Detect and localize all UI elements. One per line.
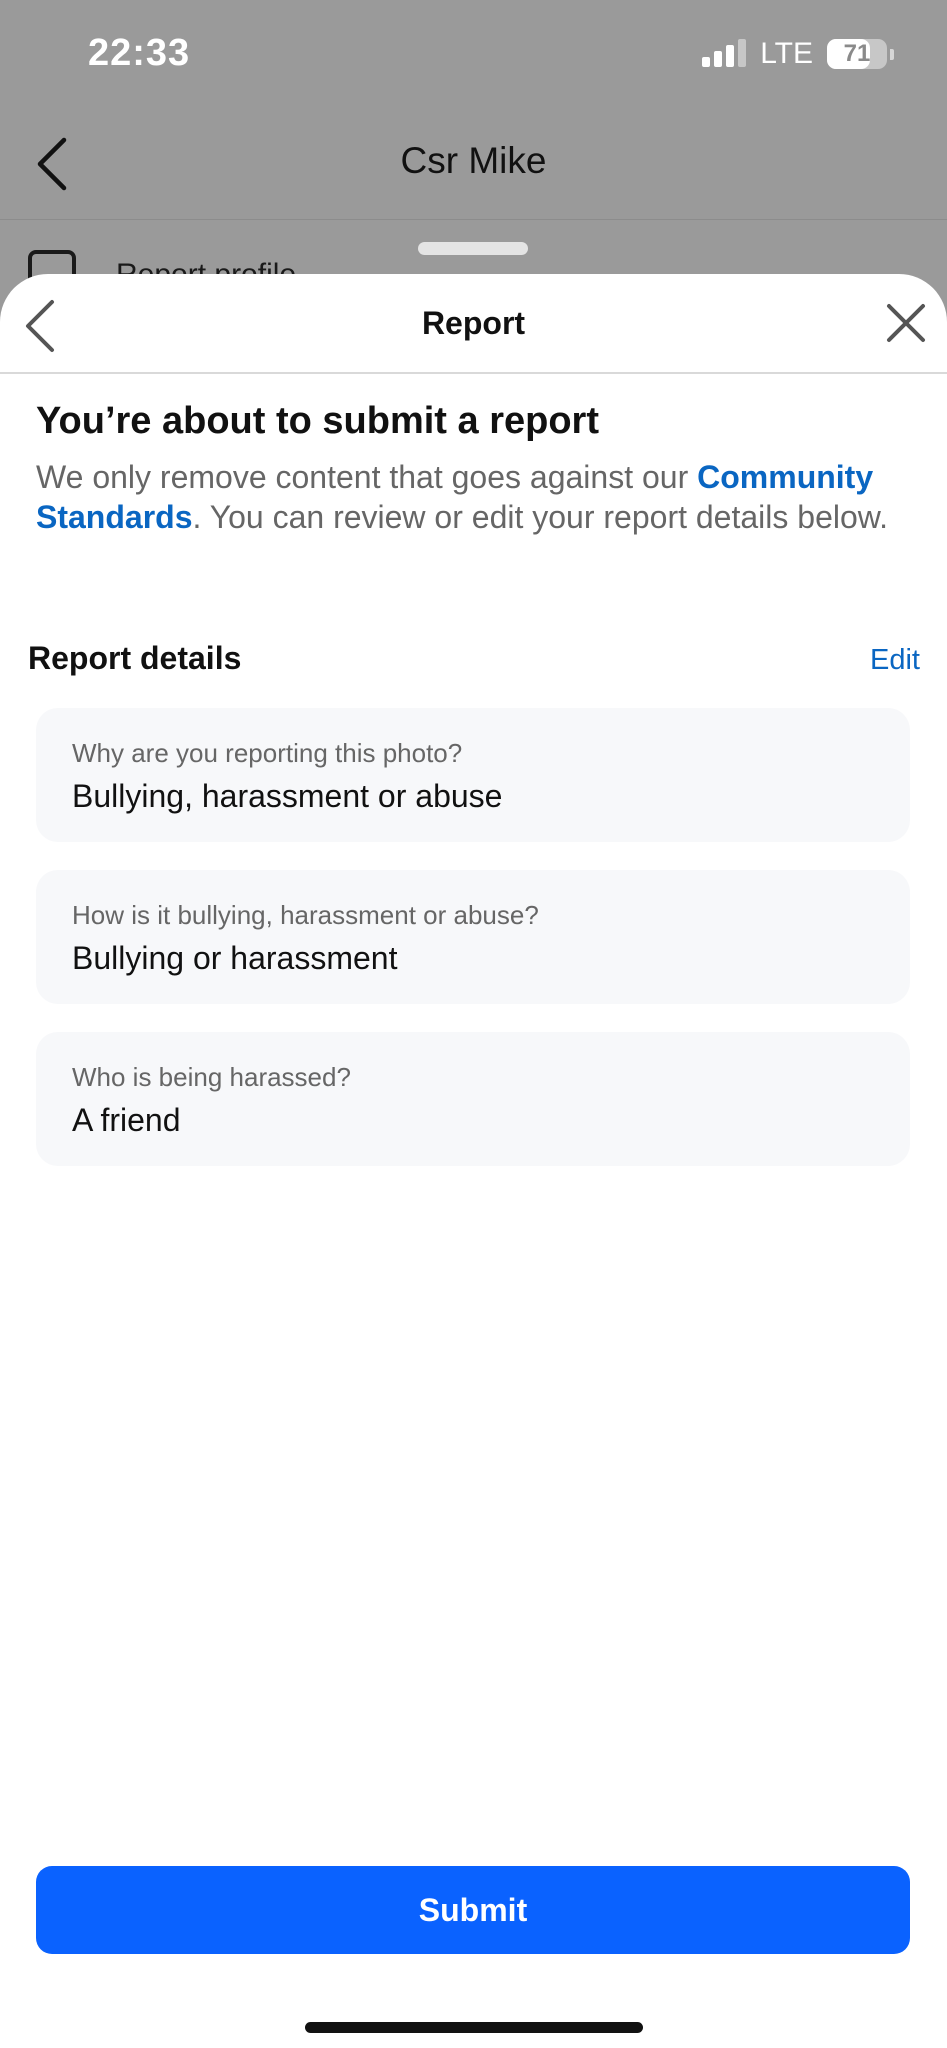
detail-question: How is it bullying, harassment or abuse?: [72, 900, 539, 930]
sheet-title: Report: [421, 305, 526, 341]
report-details-heading: Report details: [28, 640, 242, 676]
background-header: Csr Mike: [0, 110, 947, 220]
status-bar: 22:33 LTE 71: [0, 0, 947, 110]
edit-button[interactable]: Edit: [870, 644, 920, 677]
detail-card-reason: Why are you reporting this photo? Bullyi…: [36, 708, 910, 842]
sheet-grabber-handle[interactable]: [418, 242, 528, 255]
detail-answer: Bullying or harassment: [72, 940, 398, 976]
detail-answer: A friend: [72, 1102, 181, 1138]
submit-button[interactable]: Submit: [36, 1866, 910, 1954]
report-sheet: Report You’re about to submit a report W…: [0, 274, 947, 2048]
battery-label: 71: [843, 40, 871, 67]
intro-text: We only remove content that goes against…: [36, 457, 896, 537]
intro-text-after: . You can review or edit your report det…: [192, 499, 888, 535]
detail-card-target: Who is being harassed? A friend: [36, 1032, 910, 1166]
signal-icon: [702, 39, 747, 69]
home-indicator: [305, 2022, 643, 2033]
status-indicators: LTE 71: [702, 36, 894, 72]
sheet-header: Report: [0, 274, 947, 374]
status-time: 22:33: [88, 32, 191, 74]
network-label: LTE: [760, 37, 813, 70]
detail-question: Why are you reporting this photo?: [72, 738, 463, 768]
intro-text-before: We only remove content that goes against…: [36, 459, 698, 495]
detail-answer: Bullying, harassment or abuse: [72, 778, 503, 814]
screen: 22:33 LTE 71 Csr Mike Report profile: [0, 0, 947, 2048]
close-x-icon[interactable]: [883, 300, 929, 346]
detail-card-type: How is it bullying, harassment or abuse?…: [36, 870, 910, 1004]
detail-question: Who is being harassed?: [72, 1062, 351, 1092]
battery-icon: 71: [827, 39, 894, 69]
intro-title: You’re about to submit a report: [36, 400, 599, 442]
background-page-title: Csr Mike: [400, 140, 547, 181]
